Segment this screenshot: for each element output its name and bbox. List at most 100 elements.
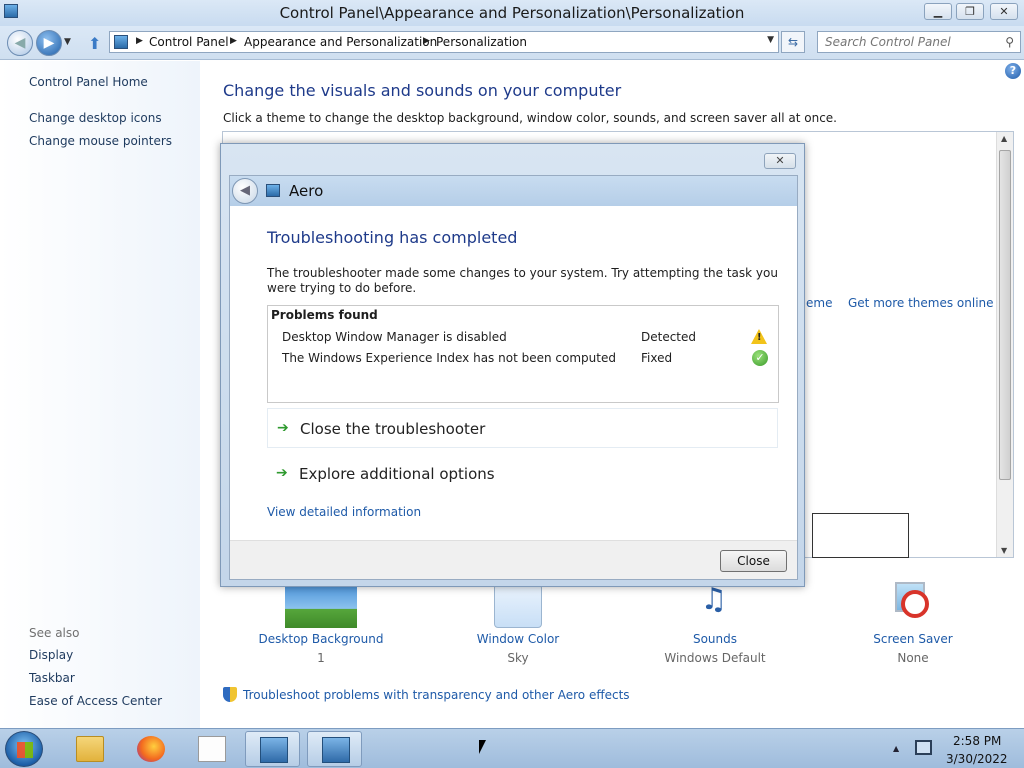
page-title: Change the visuals and sounds on your co… [223,81,622,100]
firefox-icon [137,736,165,762]
change-mouse-pointers-link[interactable]: Change mouse pointers [29,134,172,148]
dialog-description: The troubleshooter made some changes to … [267,266,778,295]
close-window-button[interactable]: ✕ [990,3,1018,20]
search-icon[interactable]: ⚲ [1005,35,1014,49]
problem-row: The Windows Experience Index has not bee… [268,350,778,368]
sounds-label[interactable]: Sounds [655,632,775,646]
windows-logo-icon [17,742,33,758]
dialog-footer: Close [230,540,797,579]
troubleshooter-icon [322,737,350,763]
window-color-label[interactable]: Window Color [458,632,578,646]
taskbar-explorer[interactable] [62,731,117,767]
scroll-down-icon[interactable]: ▼ [1001,546,1007,555]
address-dropdown-icon[interactable]: ▼ [767,35,774,45]
desktop-background-tile[interactable]: Desktop Background 1 [250,632,392,665]
chevron-right-icon[interactable]: ▶ [136,36,143,46]
control-panel-icon [114,35,128,49]
clock-time[interactable]: 2:58 PM [953,734,1001,748]
explore-options-option[interactable]: ➔ Explore additional options [267,454,778,494]
taskbar-control-panel[interactable] [245,731,300,767]
back-button[interactable]: ◀ [7,30,33,56]
breadcrumb[interactable]: ▶ Control Panel ▶ Appearance and Persona… [109,31,779,53]
aero-icon [266,184,280,197]
breadcrumb-control-panel[interactable]: Control Panel [149,35,229,49]
control-panel-home-link[interactable]: Control Panel Home [29,75,148,89]
dialog-nav-bar: ◀ Aero [230,176,797,206]
troubleshoot-aero-label[interactable]: Troubleshoot problems with transparency … [243,688,630,702]
problem-name: Desktop Window Manager is disabled [282,330,507,344]
taskbar: ▲ 2:58 PM 3/30/2022 [0,728,1024,768]
check-icon: ✓ [752,350,768,366]
troubleshoot-aero-link[interactable]: Troubleshoot problems with transparency … [223,687,630,702]
taskbar-firefox[interactable] [123,731,178,767]
refresh-button[interactable]: ⇆ [781,31,805,53]
green-arrow-icon: ➔ [277,420,289,436]
see-also-heading: See also [29,626,80,640]
problem-row: Desktop Window Manager is disabled Detec… [268,329,778,347]
address-bar: ◀ ▶ ▼ ⬆ ▶ Control Panel ▶ Appearance and… [0,26,1024,60]
taskbar-troubleshooter[interactable] [307,731,362,767]
chevron-right-icon[interactable]: ▶ [423,36,430,46]
troubleshooter-dialog: ✕ ◀ Aero Troubleshooting has completed T… [220,143,805,587]
search-box[interactable]: ⚲ [817,31,1021,53]
window-color-value: Sky [507,651,529,665]
scrollbar-thumb[interactable] [999,150,1011,480]
left-pane: Control Panel Home Change desktop icons … [0,61,200,728]
mouse-cursor-icon [479,740,486,754]
explore-options-label[interactable]: Explore additional options [299,465,495,483]
clock-date[interactable]: 3/30/2022 [946,752,1008,766]
up-arrow-icon[interactable]: ⬆ [88,34,101,53]
page-subtitle: Click a theme to change the desktop back… [223,111,837,125]
forward-button[interactable]: ▶ [36,30,62,56]
taskbar-link[interactable]: Taskbar [29,671,75,685]
get-more-themes-link[interactable]: Get more themes online [848,296,994,310]
help-icon[interactable]: ? [1005,63,1021,79]
screen-saver-tile[interactable]: Screen Saver None [863,632,963,665]
problems-found-header: Problems found [271,308,378,322]
maximize-button[interactable]: ❐ [956,3,984,20]
problems-found-box: Problems found Desktop Window Manager is… [267,305,779,403]
close-troubleshooter-label[interactable]: Close the troubleshooter [300,420,485,438]
window-color-tile[interactable]: Window Color Sky [458,632,578,665]
show-hidden-icons-icon[interactable]: ▲ [893,744,899,753]
control-panel-icon [260,737,288,763]
change-desktop-icons-link[interactable]: Change desktop icons [29,111,162,125]
problem-status: Detected [641,330,697,344]
save-theme-link[interactable]: eme [806,296,832,310]
close-button[interactable]: Close [720,550,787,572]
breadcrumb-personalization[interactable]: Personalization [436,35,527,49]
window-color-icon[interactable] [494,584,542,628]
dialog-back-button[interactable]: ◀ [232,178,258,204]
display-link[interactable]: Display [29,648,73,662]
sounds-tile[interactable]: Sounds Windows Default [655,632,775,665]
chevron-right-icon[interactable]: ▶ [230,36,237,46]
shield-icon [223,687,237,702]
network-icon[interactable] [915,740,932,755]
start-button[interactable] [5,731,43,767]
desktop-background-label[interactable]: Desktop Background [250,632,392,646]
screen-saver-icon[interactable] [889,580,937,628]
view-detailed-information-link[interactable]: View detailed information [267,505,421,519]
dialog-close-x-button[interactable]: ✕ [764,153,796,169]
ease-of-access-link[interactable]: Ease of Access Center [29,694,162,708]
window-title: Control Panel\Appearance and Personaliza… [279,4,745,22]
search-input[interactable] [818,32,994,52]
taskbar-notepad[interactable] [184,731,239,767]
dialog-heading: Troubleshooting has completed [267,228,518,247]
close-troubleshooter-option[interactable]: ➔ Close the troubleshooter [267,408,778,448]
desktop-background-thumbnail[interactable] [285,585,357,628]
history-dropdown-icon[interactable]: ▼ [64,37,71,47]
warning-icon: ! [751,329,767,344]
prohibited-icon [901,590,929,618]
screen-saver-label[interactable]: Screen Saver [863,632,963,646]
theme-preview[interactable] [812,513,909,558]
minimize-button[interactable]: ▁ [924,3,952,20]
problem-name: The Windows Experience Index has not bee… [282,351,616,365]
sounds-icon[interactable]: ♫ [690,582,738,628]
green-arrow-icon: ➔ [276,465,288,481]
breadcrumb-appearance[interactable]: Appearance and Personalization [244,35,437,49]
scroll-up-icon[interactable]: ▲ [1001,134,1007,143]
sounds-value: Windows Default [664,651,766,665]
themes-scrollbar[interactable]: ▲ ▼ [996,132,1013,557]
desktop-background-value: 1 [317,651,325,665]
